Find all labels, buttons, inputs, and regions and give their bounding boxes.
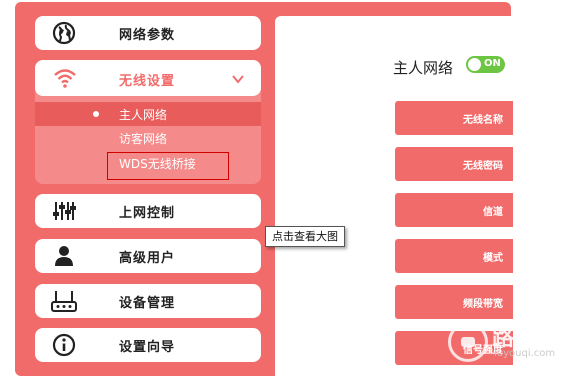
toggle-knob — [468, 58, 481, 71]
toggle-state-label: ON — [484, 58, 501, 69]
field-channel-label: 信道 — [483, 207, 503, 218]
field-channel[interactable]: 信道 — [395, 193, 513, 227]
globe-icon — [51, 21, 77, 45]
field-mode[interactable]: 模式 — [395, 239, 513, 273]
menu-network-params-label: 网络参数 — [119, 27, 176, 43]
router-icon — [51, 289, 77, 313]
wifi-icon — [53, 67, 77, 89]
active-bullet-icon — [93, 111, 99, 117]
highlight-box — [107, 152, 229, 180]
menu-setup-wizard-label: 设置向导 — [119, 339, 176, 355]
info-icon — [51, 333, 77, 357]
submenu-guest-network[interactable]: 访客网络 — [35, 126, 261, 150]
submenu-guest-network-label: 访客网络 — [119, 132, 168, 146]
host-network-toggle[interactable]: ON — [466, 56, 505, 73]
page-title: 主人网络 — [393, 59, 454, 77]
field-password[interactable]: 无线密码 — [395, 147, 513, 181]
menu-device-management-label: 设备管理 — [119, 295, 176, 311]
tooltip: 点击查看大图 — [265, 226, 345, 247]
field-mode-label: 模式 — [483, 253, 503, 264]
sidebar: 网络参数 无线设置 主人网络 访客网络 WDS无线桥接 上网控制 高级用户 设备… — [19, 2, 271, 376]
user-icon — [51, 244, 77, 268]
menu-setup-wizard[interactable]: 设置向导 — [35, 328, 261, 362]
watermark-domain: luyouqi.com — [494, 348, 556, 359]
menu-internet-control[interactable]: 上网控制 — [35, 194, 261, 228]
menu-device-management[interactable]: 设备管理 — [35, 284, 261, 318]
field-bandwidth[interactable]: 频段带宽 — [395, 285, 513, 319]
field-password-label: 无线密码 — [463, 161, 503, 172]
menu-wireless-settings[interactable]: 无线设置 — [35, 60, 261, 96]
menu-advanced-users-label: 高级用户 — [119, 250, 176, 266]
menu-advanced-users[interactable]: 高级用户 — [35, 239, 261, 273]
menu-network-params[interactable]: 网络参数 — [35, 16, 261, 50]
watermark: 路由器 luyouqi.com — [448, 322, 578, 372]
chevron-down-icon — [231, 71, 245, 85]
submenu-host-network-label: 主人网络 — [119, 108, 168, 122]
field-ssid[interactable]: 无线名称 — [395, 101, 513, 135]
sliders-icon — [51, 199, 77, 223]
menu-wireless-settings-label: 无线设置 — [119, 74, 176, 89]
submenu-host-network[interactable]: 主人网络 — [35, 102, 261, 126]
field-ssid-label: 无线名称 — [463, 115, 503, 126]
field-bandwidth-label: 频段带宽 — [463, 299, 503, 310]
watermark-logo-icon — [448, 322, 488, 362]
menu-internet-control-label: 上网控制 — [119, 205, 176, 221]
wireless-settings-group: 无线设置 主人网络 访客网络 WDS无线桥接 — [35, 60, 261, 184]
